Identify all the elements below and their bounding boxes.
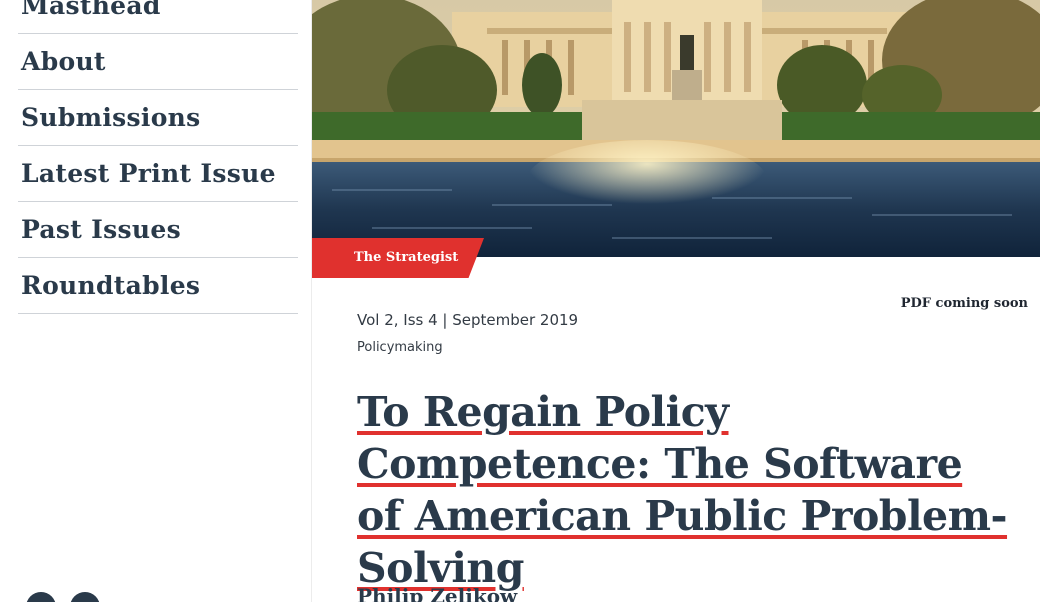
social-icon[interactable] [70,592,100,602]
hero-image [312,0,1040,257]
sidebar-item-latest-print-issue[interactable]: Latest Print Issue [18,146,298,202]
pdf-status-note: PDF coming soon [900,296,1028,311]
section-tag[interactable]: The Strategist [312,238,484,278]
author-name[interactable]: Philip Zelikow [357,584,517,602]
sidebar-item-masthead[interactable]: Masthead [18,0,298,34]
sidebar-item-roundtables[interactable]: Roundtables [18,258,298,314]
capitol-building-photo [312,0,1040,257]
issue-meta: Vol 2, Iss 4 | September 2019 [357,311,579,329]
article-title: To Regain Policy Competence: The Softwar… [357,386,1017,594]
social-icon[interactable] [26,592,56,602]
sidebar: Masthead About Submissions Latest Print … [0,0,312,602]
social-links [26,592,100,602]
article-title-text: To Regain Policy Competence: The Softwar… [357,388,1008,592]
sidebar-item-past-issues[interactable]: Past Issues [18,202,298,258]
sidebar-nav: Masthead About Submissions Latest Print … [18,0,298,314]
category-link[interactable]: Policymaking [357,340,443,355]
sidebar-item-submissions[interactable]: Submissions [18,90,298,146]
sidebar-item-about[interactable]: About [18,34,298,90]
